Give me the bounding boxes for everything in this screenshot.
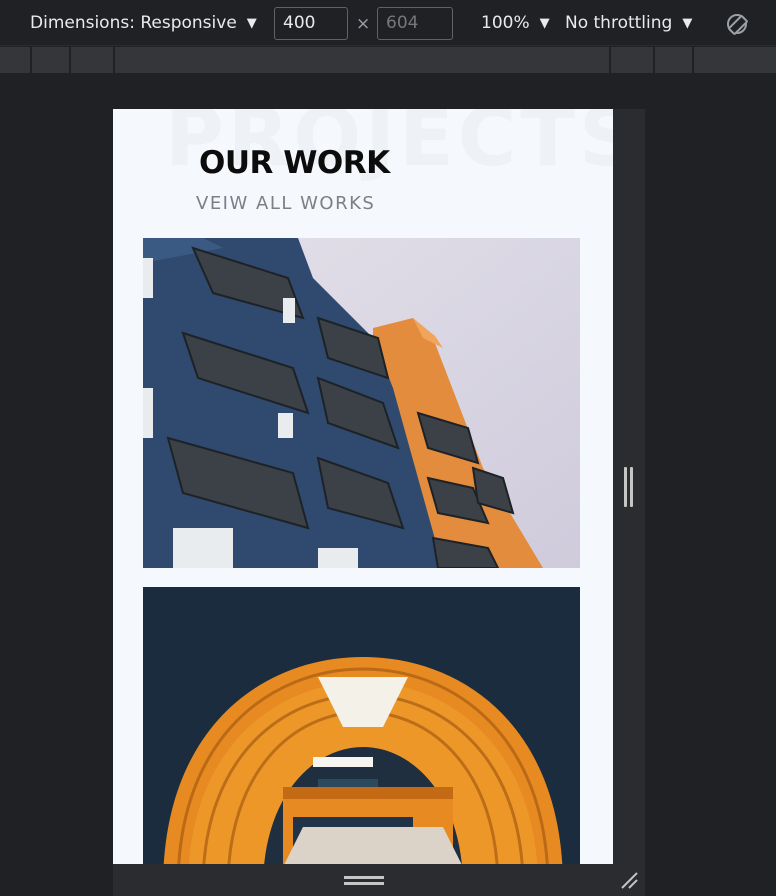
dimensions-dropdown[interactable]: Dimensions: Responsive ▼ [30, 13, 257, 33]
rotate-icon[interactable] [727, 14, 747, 34]
media-query-bar [0, 47, 776, 73]
chevron-down-icon: ▼ [682, 16, 693, 31]
tunnel-photo [143, 587, 580, 864]
device-toolbar: Dimensions: Responsive ▼ 400 × 604 100% ▼ … [0, 0, 776, 46]
media-query-segment[interactable] [71, 47, 115, 73]
project-image-building[interactable] [143, 238, 580, 568]
width-input[interactable]: 400 [274, 7, 348, 40]
times-icon: × [356, 14, 371, 34]
dimensions-label: Dimensions: Responsive [30, 13, 237, 33]
media-query-segment[interactable] [655, 47, 694, 73]
view-all-works-link[interactable]: VEIW ALL WORKS [196, 193, 375, 214]
emulated-viewport: PROJECTS OUR WORK VEIW ALL WORKS [113, 109, 613, 864]
zoom-label: 100% [481, 13, 530, 33]
media-query-segment[interactable] [0, 47, 32, 73]
project-image-tunnel[interactable] [143, 587, 580, 864]
chevron-down-icon: ▼ [246, 16, 257, 31]
zoom-dropdown[interactable]: 100% ▼ [481, 13, 550, 33]
corner-resize-icon[interactable] [619, 870, 639, 890]
media-query-segment[interactable] [32, 47, 71, 73]
media-query-segment[interactable] [694, 47, 776, 73]
height-resize-handle[interactable] [344, 876, 384, 886]
throttling-label: No throttling [565, 13, 673, 33]
building-photo [143, 238, 580, 568]
section-title: OUR WORK [199, 145, 390, 181]
media-query-segment[interactable] [115, 47, 611, 73]
height-input[interactable]: 604 [377, 7, 453, 40]
media-query-segment[interactable] [611, 47, 655, 73]
chevron-down-icon: ▼ [539, 16, 550, 31]
throttling-dropdown[interactable]: No throttling ▼ [565, 13, 692, 33]
width-resize-handle[interactable] [623, 467, 635, 507]
